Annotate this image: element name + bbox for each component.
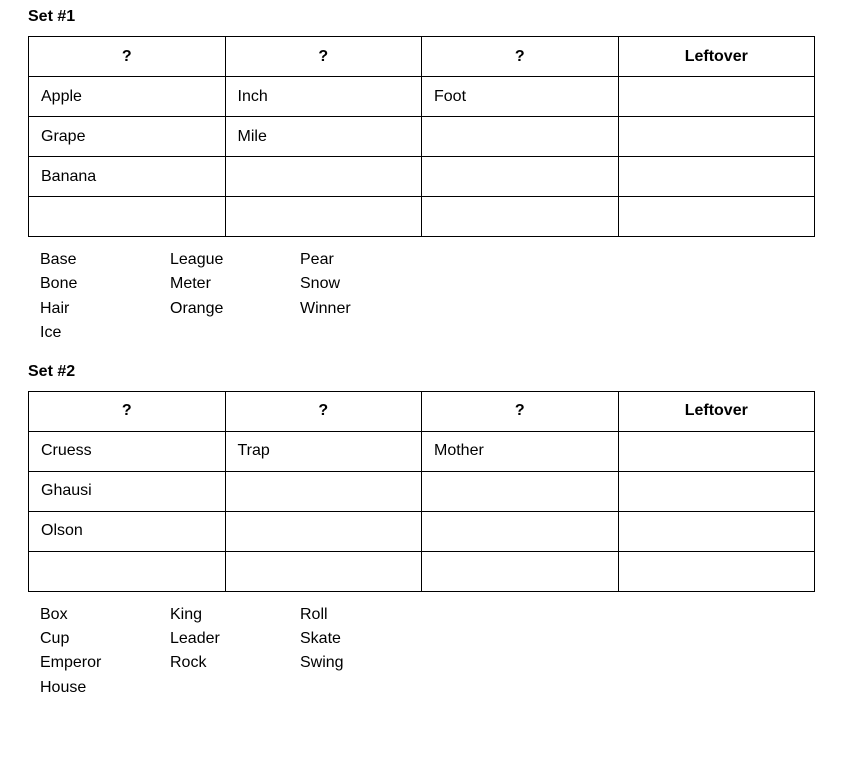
- word-bank: Base Bone Hair Ice League Meter Orange P…: [28, 249, 815, 345]
- word-col: Base Bone Hair Ice: [40, 249, 130, 345]
- cell: [225, 197, 422, 237]
- word-bank: Box Cup Emperor House King Leader Rock R…: [28, 604, 815, 700]
- word: Cup: [40, 628, 130, 650]
- table-row: Ghausi: [29, 471, 815, 511]
- word: House: [40, 677, 130, 699]
- col-header: ?: [422, 391, 619, 431]
- cell: [225, 511, 422, 551]
- set-1: Set #1 ? ? ? Leftover Apple Inch Foot Gr…: [28, 8, 815, 345]
- cell: [618, 471, 815, 511]
- set-title: Set #2: [28, 363, 815, 381]
- cell: Apple: [29, 77, 226, 117]
- word-col: Pear Snow Winner: [300, 249, 390, 345]
- word: League: [170, 249, 260, 271]
- cell: [422, 197, 619, 237]
- word: Bone: [40, 273, 130, 295]
- word-col: King Leader Rock: [170, 604, 260, 700]
- word: Meter: [170, 273, 260, 295]
- cell: Olson: [29, 511, 226, 551]
- word: Pear: [300, 249, 390, 271]
- cell: Banana: [29, 157, 226, 197]
- cell: [225, 157, 422, 197]
- table-row: Apple Inch Foot: [29, 77, 815, 117]
- col-header: ?: [29, 391, 226, 431]
- cell: Mother: [422, 431, 619, 471]
- cell: [618, 197, 815, 237]
- cell: Ghausi: [29, 471, 226, 511]
- col-header: Leftover: [618, 391, 815, 431]
- word: Swing: [300, 652, 390, 674]
- word-col: Roll Skate Swing: [300, 604, 390, 700]
- cell: [225, 551, 422, 591]
- cell: [618, 117, 815, 157]
- col-header: ?: [29, 37, 226, 77]
- col-header: ?: [225, 391, 422, 431]
- set-table: ? ? ? Leftover Apple Inch Foot Grape Mil…: [28, 36, 815, 237]
- col-header: ?: [225, 37, 422, 77]
- cell: Grape: [29, 117, 226, 157]
- cell: Trap: [225, 431, 422, 471]
- word: Winner: [300, 298, 390, 320]
- table-row: [29, 551, 815, 591]
- set-title: Set #1: [28, 8, 815, 26]
- table-row: [29, 197, 815, 237]
- cell: [225, 471, 422, 511]
- table-row: Grape Mile: [29, 117, 815, 157]
- col-header: Leftover: [618, 37, 815, 77]
- word: Orange: [170, 298, 260, 320]
- set-table: ? ? ? Leftover Cruess Trap Mother Ghausi…: [28, 391, 815, 592]
- cell: [422, 157, 619, 197]
- cell: [422, 511, 619, 551]
- cell: Inch: [225, 77, 422, 117]
- cell: Cruess: [29, 431, 226, 471]
- word: Base: [40, 249, 130, 271]
- cell: Mile: [225, 117, 422, 157]
- word: Hair: [40, 298, 130, 320]
- cell: [29, 551, 226, 591]
- cell: [422, 551, 619, 591]
- word: King: [170, 604, 260, 626]
- cell: [422, 471, 619, 511]
- table-row: Banana: [29, 157, 815, 197]
- cell: [618, 431, 815, 471]
- cell: [618, 511, 815, 551]
- word: Ice: [40, 322, 130, 344]
- cell: [618, 77, 815, 117]
- table-row: Olson: [29, 511, 815, 551]
- set-2: Set #2 ? ? ? Leftover Cruess Trap Mother…: [28, 363, 815, 700]
- cell: Foot: [422, 77, 619, 117]
- word: Box: [40, 604, 130, 626]
- col-header: ?: [422, 37, 619, 77]
- word: Roll: [300, 604, 390, 626]
- cell: [618, 157, 815, 197]
- cell: [618, 551, 815, 591]
- word: Emperor: [40, 652, 130, 674]
- table-row: Cruess Trap Mother: [29, 431, 815, 471]
- cell: [422, 117, 619, 157]
- word: Snow: [300, 273, 390, 295]
- word-col: Box Cup Emperor House: [40, 604, 130, 700]
- word-col: League Meter Orange: [170, 249, 260, 345]
- cell: [29, 197, 226, 237]
- word: Skate: [300, 628, 390, 650]
- word: Leader: [170, 628, 260, 650]
- word: Rock: [170, 652, 260, 674]
